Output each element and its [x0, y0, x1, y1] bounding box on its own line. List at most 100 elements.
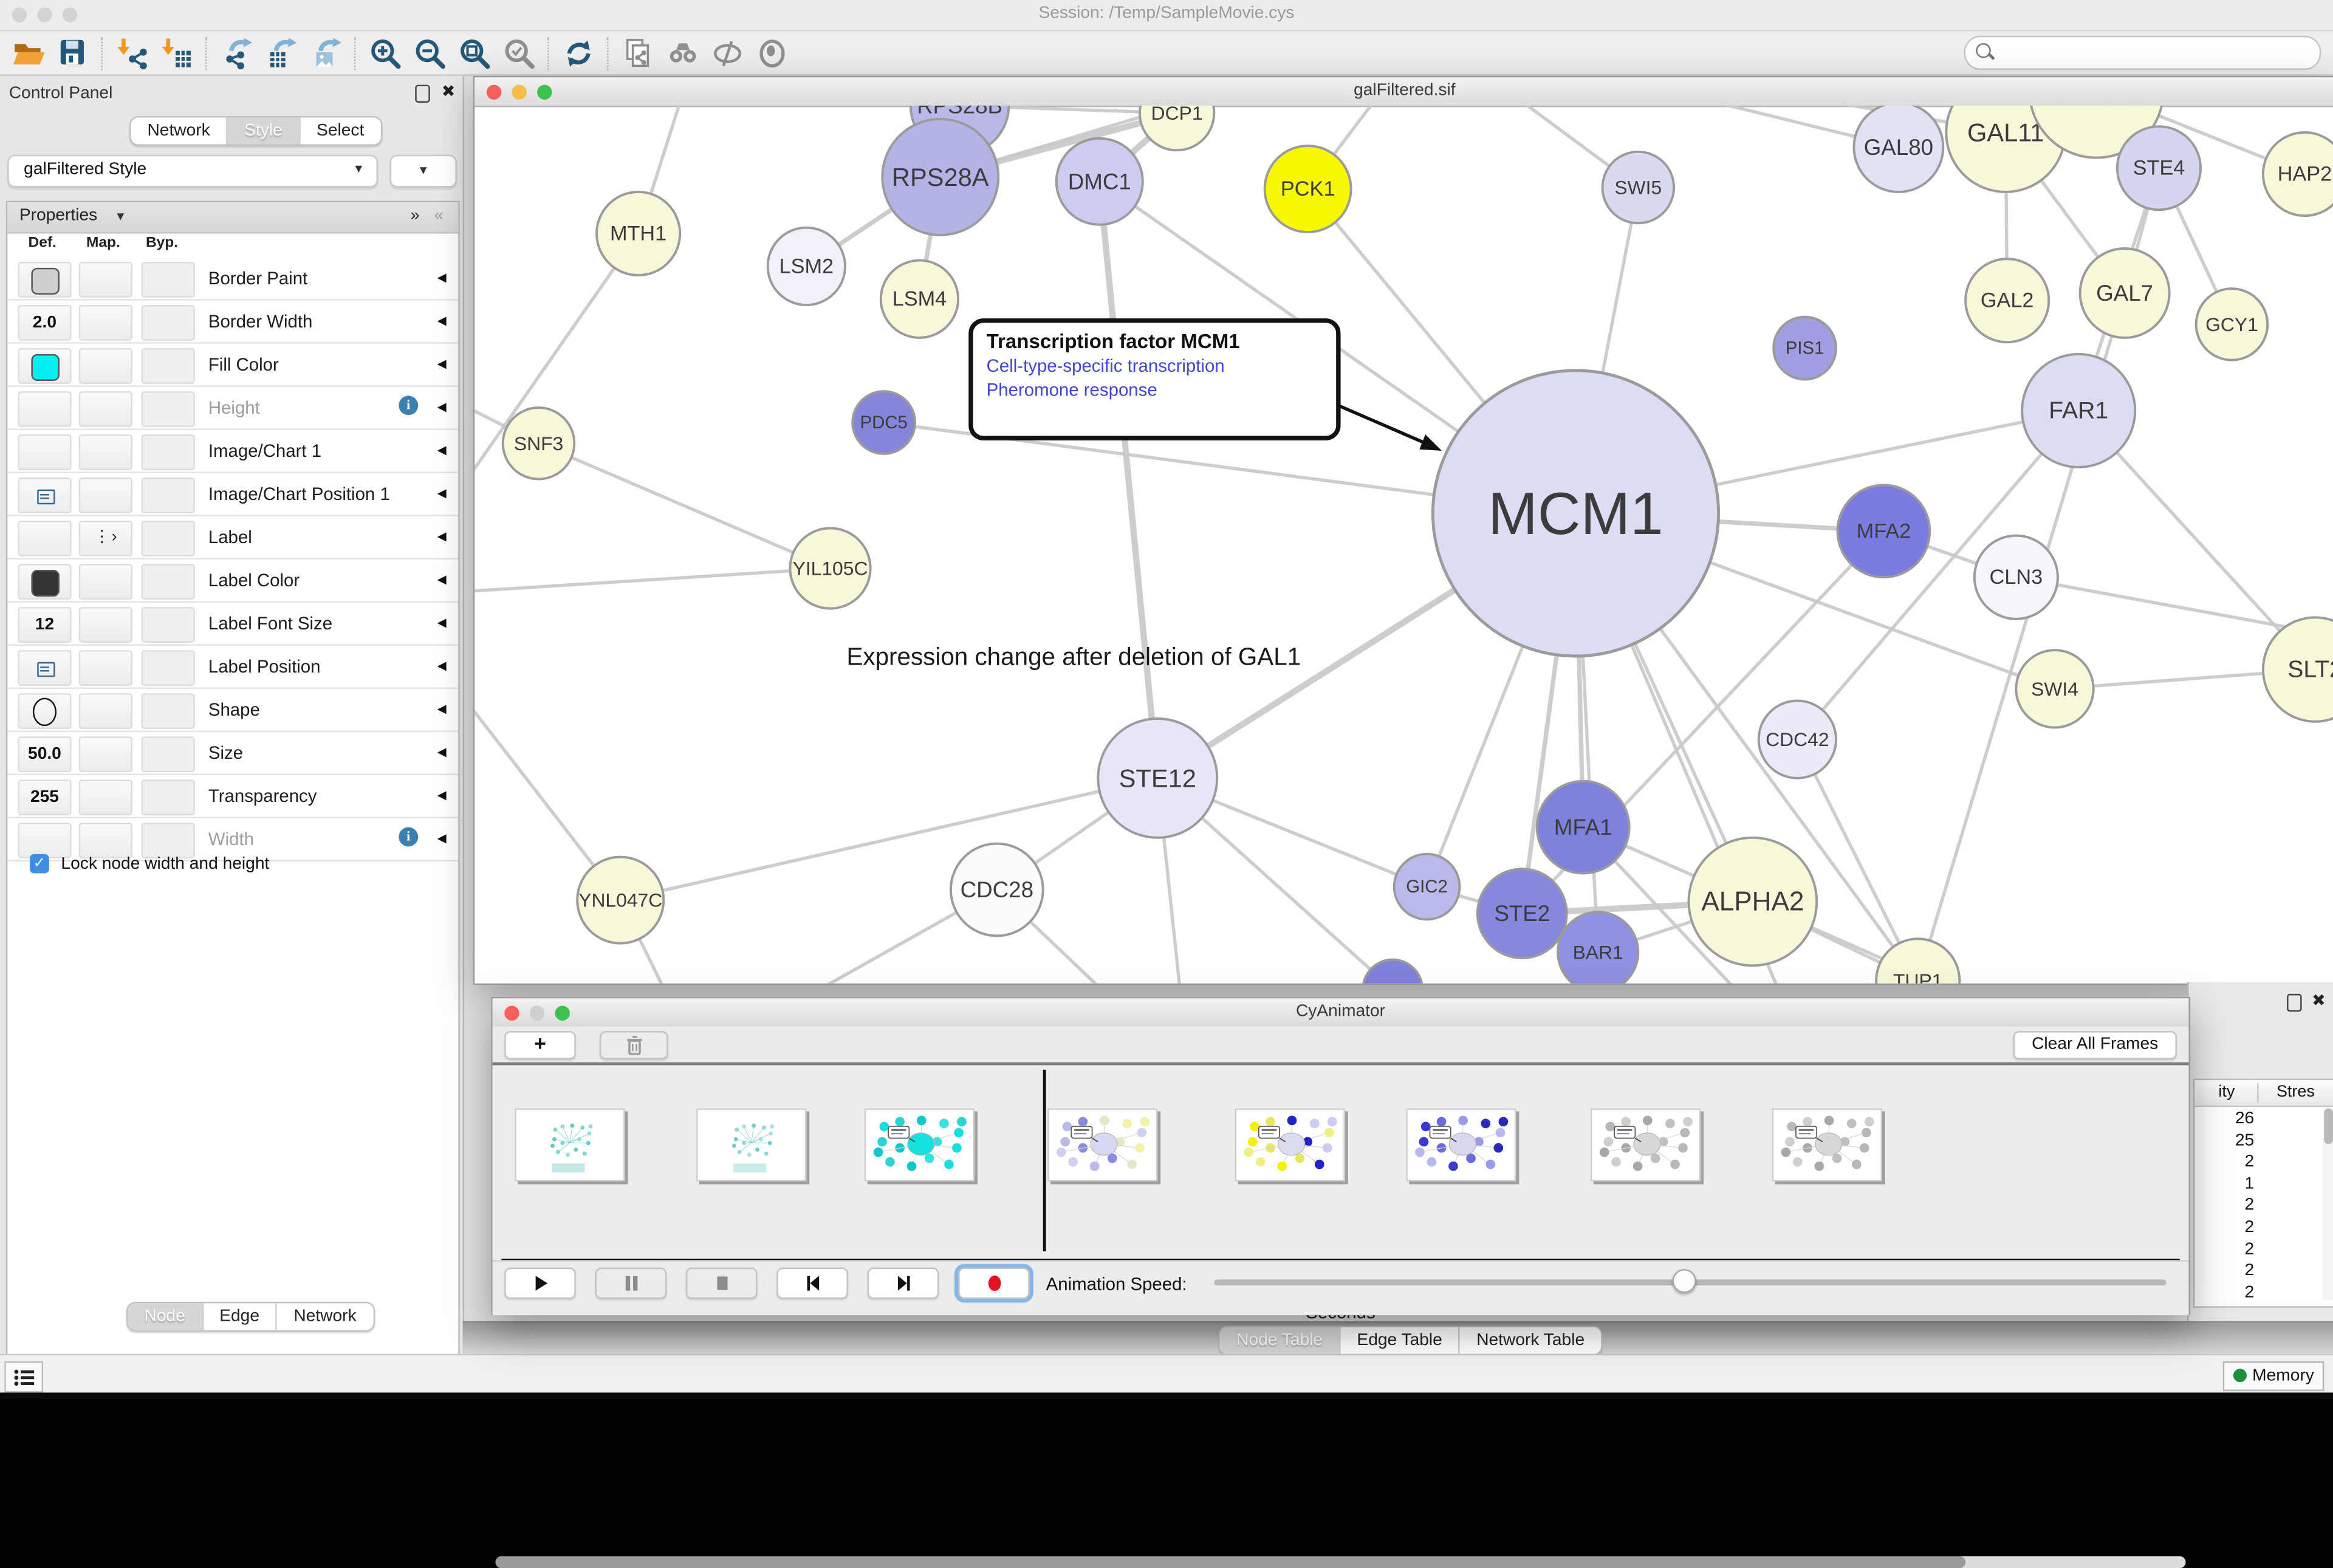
- table-cell-value[interactable]: 2: [2194, 1197, 2254, 1214]
- network-caption[interactable]: Expression change after deletion of GAL1: [846, 643, 1301, 671]
- property-row-image-chart-1[interactable]: Image/Chart 1 ◀: [7, 430, 458, 473]
- expand-row-icon[interactable]: ◀: [437, 616, 447, 629]
- map-cell[interactable]: [79, 779, 132, 815]
- clone-network-button[interactable]: [617, 33, 659, 72]
- tab-node[interactable]: Node: [128, 1303, 202, 1330]
- close-panel-icon[interactable]: ✖: [2312, 991, 2326, 1010]
- zoom-out-button[interactable]: [409, 33, 451, 72]
- map-cell[interactable]: [79, 607, 132, 643]
- edge-STE12-YNL047C[interactable]: [620, 778, 1157, 900]
- panel-list-button[interactable]: [4, 1361, 43, 1392]
- delete-frame-button[interactable]: [600, 1031, 668, 1060]
- info-icon[interactable]: i: [399, 827, 418, 847]
- map-cell[interactable]: [79, 478, 132, 513]
- expand-row-icon[interactable]: ◀: [437, 271, 447, 284]
- scrollbar-thumb[interactable]: [2323, 1108, 2332, 1144]
- skip-to-end-button[interactable]: [868, 1268, 939, 1299]
- default-swatch[interactable]: [31, 354, 60, 381]
- playhead[interactable]: [1043, 1070, 1046, 1251]
- def-cell[interactable]: 255: [18, 779, 71, 815]
- position-icon[interactable]: [37, 662, 55, 677]
- def-cell[interactable]: 50.0: [18, 736, 71, 772]
- def-cell[interactable]: [18, 478, 71, 513]
- show-graphics-details-button[interactable]: [752, 33, 793, 72]
- network-window-titlebar[interactable]: galFiltered.sif: [474, 77, 2333, 107]
- def-cell[interactable]: 2.0: [18, 305, 71, 341]
- stop-button[interactable]: [686, 1268, 758, 1299]
- collapse-all-icon[interactable]: «: [434, 207, 444, 224]
- byp-cell[interactable]: [142, 736, 195, 772]
- def-cell[interactable]: [18, 391, 71, 427]
- expand-row-icon[interactable]: ◀: [437, 659, 447, 673]
- def-cell[interactable]: [18, 650, 71, 686]
- def-cell[interactable]: 12: [18, 607, 71, 643]
- skip-to-start-button[interactable]: [776, 1268, 848, 1299]
- expand-row-icon[interactable]: ◀: [437, 789, 447, 802]
- position-icon[interactable]: [37, 490, 55, 504]
- frame-thumbnail-6[interactable]: [1406, 1108, 1516, 1181]
- def-cell[interactable]: [18, 434, 71, 470]
- map-cell[interactable]: [79, 305, 132, 341]
- map-cell[interactable]: [79, 564, 132, 600]
- export-network-button[interactable]: [216, 33, 258, 72]
- expand-row-icon[interactable]: ◀: [437, 530, 447, 543]
- timeline-scrollbar[interactable]: [496, 1556, 2186, 1568]
- property-row-label-position[interactable]: Label Position ◀: [7, 646, 458, 689]
- table-scrollbar[interactable]: [2323, 1107, 2333, 1300]
- property-row-transparency[interactable]: 255 Transparency ◀: [7, 775, 458, 818]
- float-panel-icon[interactable]: [2287, 994, 2301, 1012]
- tab-network[interactable]: Network: [276, 1303, 373, 1330]
- property-row-size[interactable]: 50.0 Size ◀: [7, 732, 458, 775]
- search-input[interactable]: [1998, 39, 2309, 67]
- info-icon[interactable]: i: [399, 395, 418, 415]
- byp-cell[interactable]: [142, 478, 195, 513]
- zoom-selected-button[interactable]: [498, 33, 540, 72]
- frame-thumbnail-1[interactable]: [515, 1108, 625, 1181]
- map-cell[interactable]: [79, 391, 132, 427]
- table-cell-value[interactable]: 25: [2194, 1132, 2254, 1149]
- export-table-button[interactable]: [261, 33, 303, 72]
- frames-timeline[interactable]: Seconds 0123456789: [493, 1065, 2189, 1260]
- property-row-label[interactable]: ⋮› Label ◀: [7, 516, 458, 560]
- expand-row-icon[interactable]: ◀: [437, 702, 447, 716]
- edge-SNF3-YIL105C[interactable]: [539, 443, 831, 569]
- tab-edge[interactable]: Edge: [202, 1303, 276, 1330]
- table-cell-value[interactable]: 2: [2194, 1153, 2254, 1171]
- network-canvas[interactable]: RPS28BDCP1RPS28ADMC1PCK1SWI5GAL80GAL11ST…: [474, 106, 2333, 984]
- expand-row-icon[interactable]: ◀: [437, 357, 447, 371]
- map-cell[interactable]: ⋮›: [79, 521, 132, 556]
- expand-row-icon[interactable]: ◀: [437, 832, 447, 845]
- byp-cell[interactable]: [142, 650, 195, 686]
- byp-cell[interactable]: [142, 607, 195, 643]
- frame-thumbnail-2[interactable]: [696, 1108, 806, 1181]
- default-swatch[interactable]: [31, 570, 60, 597]
- byp-cell[interactable]: [142, 434, 195, 470]
- def-cell[interactable]: [18, 564, 71, 600]
- byp-cell[interactable]: [142, 564, 195, 600]
- table-cell-value[interactable]: 2: [2194, 1219, 2254, 1236]
- map-cell[interactable]: [79, 736, 132, 772]
- byp-cell[interactable]: [142, 391, 195, 427]
- table-cell-value[interactable]: 26: [2194, 1110, 2254, 1128]
- expand-row-icon[interactable]: ◀: [437, 443, 447, 457]
- property-row-label-color[interactable]: Label Color ◀: [7, 560, 458, 603]
- byp-cell[interactable]: [142, 348, 195, 384]
- annotation-box[interactable]: Transcription factor MCM1 Cell-type-spec…: [968, 318, 1340, 440]
- search-field[interactable]: [1964, 36, 2321, 70]
- open-session-button[interactable]: [7, 33, 49, 72]
- default-value[interactable]: 2.0: [19, 306, 70, 339]
- export-image-button[interactable]: [305, 33, 347, 72]
- frame-thumbnail-7[interactable]: [1591, 1108, 1701, 1181]
- style-selector[interactable]: galFiltered Style ▼: [7, 155, 378, 188]
- table-cell-value[interactable]: 2: [2194, 1240, 2254, 1258]
- map-cell[interactable]: [79, 693, 132, 729]
- expand-all-icon[interactable]: »: [411, 207, 420, 224]
- property-row-border-width[interactable]: 2.0 Border Width ◀: [7, 301, 458, 344]
- edge-STE12-DMC1[interactable]: [1100, 182, 1158, 778]
- byp-cell[interactable]: [142, 305, 195, 341]
- refresh-button[interactable]: [558, 33, 600, 72]
- property-row-shape[interactable]: Shape ◀: [7, 689, 458, 732]
- map-cell[interactable]: [79, 650, 132, 686]
- default-swatch[interactable]: [31, 268, 60, 295]
- expand-row-icon[interactable]: ◀: [437, 487, 447, 500]
